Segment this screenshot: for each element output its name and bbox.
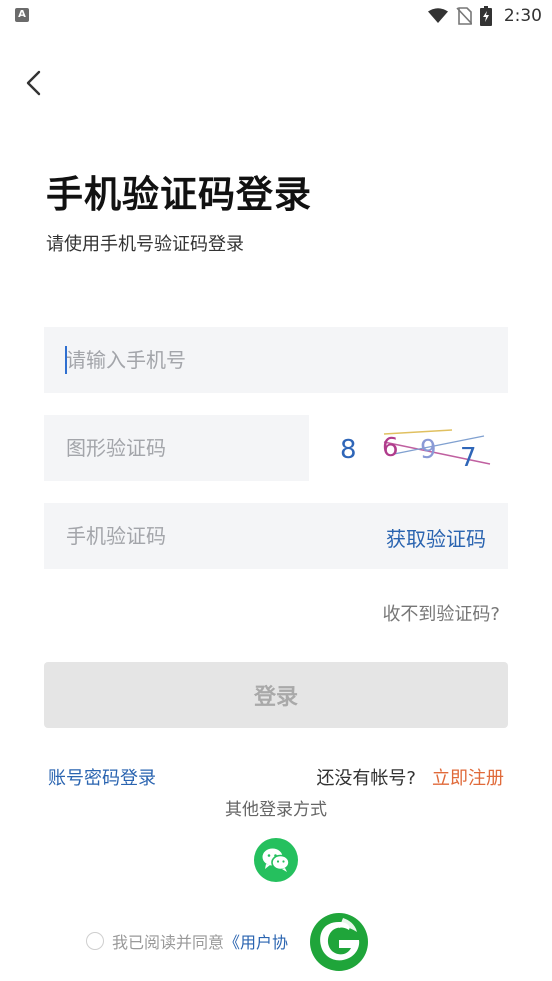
no-sim-icon <box>456 7 472 25</box>
wifi-icon <box>427 8 448 23</box>
sms-code-input[interactable] <box>44 503 344 569</box>
password-login-link[interactable]: 账号密码登录 <box>48 764 156 790</box>
captcha-digit: 8 <box>340 435 357 465</box>
user-agreement-link[interactable]: 《用户协 <box>224 929 288 953</box>
page-title: 手机验证码登录 <box>46 173 312 216</box>
other-login-label: 其他登录方式 <box>225 800 327 820</box>
sms-field-container: 获取验证码 <box>44 503 508 569</box>
agreement-text: 我已阅读并同意 <box>112 933 225 952</box>
agreement-row: 我已阅读并同意 《用户协 <box>86 929 288 953</box>
wechat-icon <box>262 848 290 872</box>
phone-input[interactable] <box>44 327 508 393</box>
chevron-left-icon <box>26 70 41 96</box>
get-code-button[interactable]: 获取验证码 <box>386 523 486 552</box>
text-caret <box>65 346 67 374</box>
captcha-image[interactable]: 8 6 9 7 <box>334 424 498 474</box>
captcha-digit: 9 <box>420 435 437 465</box>
register-row: 还没有帐号? 立即注册 <box>316 764 504 790</box>
no-code-link[interactable]: 收不到验证码? <box>382 600 500 626</box>
login-button[interactable]: 登录 <box>44 662 508 728</box>
captcha-digit: 6 <box>382 433 399 463</box>
wechat-login-button[interactable] <box>254 838 298 882</box>
status-time: 2:30 <box>503 6 542 26</box>
notification-app-icon: A <box>15 8 29 22</box>
captcha-digit: 7 <box>460 443 477 473</box>
status-icons: 2:30 <box>427 4 542 28</box>
register-link[interactable]: 立即注册 <box>432 764 504 790</box>
leaf-logo-icon <box>310 913 368 971</box>
captcha-field-container <box>44 415 309 481</box>
page-subtitle: 请使用手机号验证码登录 <box>46 234 244 255</box>
phone-field-container <box>44 327 508 393</box>
no-account-text: 还没有帐号? <box>316 768 416 789</box>
battery-charging-icon <box>479 6 492 26</box>
back-button[interactable] <box>18 66 52 100</box>
agreement-checkbox[interactable] <box>86 932 104 950</box>
status-bar: A 2:30 <box>0 0 552 32</box>
captcha-input[interactable] <box>44 415 309 481</box>
